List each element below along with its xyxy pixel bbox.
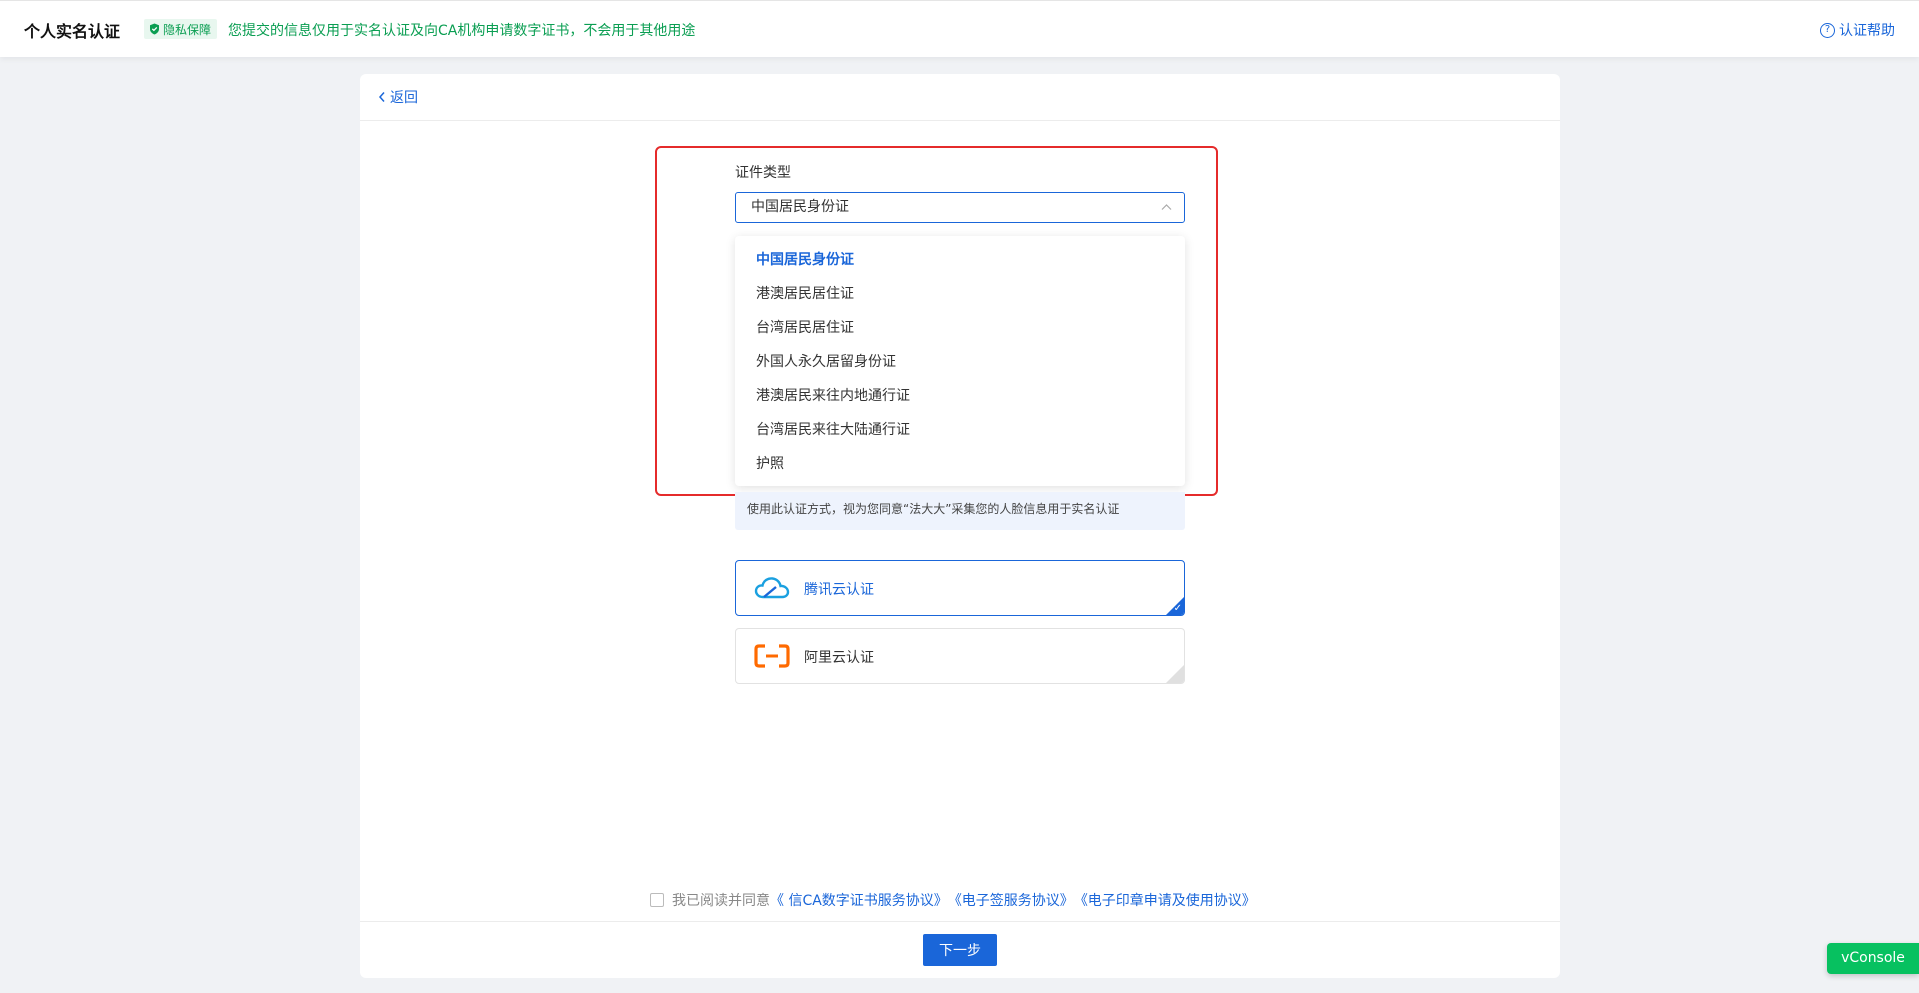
privacy-badge-label: 隐私保障 bbox=[163, 22, 212, 37]
vconsole-button[interactable]: vConsole bbox=[1827, 943, 1919, 974]
help-label: 认证帮助 bbox=[1839, 23, 1895, 39]
chevron-left-icon bbox=[378, 92, 385, 102]
id-type-dropdown: 中国居民身份证 港澳居民居住证 台湾居民居住证 外国人永久居留身份证 港澳居民来… bbox=[735, 236, 1185, 486]
aliyun-label: 阿里云认证 bbox=[804, 650, 874, 666]
next-step-button[interactable]: 下一步 bbox=[923, 934, 997, 966]
e-seal-agreement-link[interactable]: 《电子印章申请及使用协议》 bbox=[1074, 890, 1256, 910]
back-label: 返回 bbox=[390, 90, 418, 106]
unselected-corner bbox=[1166, 665, 1184, 683]
back-button[interactable]: 返回 bbox=[378, 87, 418, 107]
card-header: 返回 bbox=[360, 74, 1560, 121]
option-hk-macao-residence[interactable]: 港澳居民居住证 bbox=[735, 277, 1185, 311]
ca-certificate-agreement-link[interactable]: 《 信CA数字证书服务协议》 bbox=[770, 890, 948, 910]
shield-check-icon bbox=[150, 23, 159, 35]
id-type-selected-value: 中国居民身份证 bbox=[751, 199, 849, 215]
privacy-notice: 您提交的信息仅用于实名认证及向CA机构申请数字证书，不会用于其他用途 bbox=[228, 23, 696, 39]
agree-prefix: 我已阅读并同意 bbox=[672, 893, 770, 909]
option-taiwan-permit[interactable]: 台湾居民来往大陆通行证 bbox=[735, 413, 1185, 447]
tencent-cloud-label: 腾讯云认证 bbox=[804, 582, 874, 598]
footer-divider bbox=[360, 921, 1560, 922]
help-link[interactable]: ? 认证帮助 bbox=[1820, 20, 1895, 40]
agree-checkbox[interactable] bbox=[650, 893, 664, 907]
page-title: 个人实名认证 bbox=[24, 22, 121, 41]
option-hk-macao-permit[interactable]: 港澳居民来往内地通行证 bbox=[735, 379, 1185, 413]
question-icon: ? bbox=[1820, 22, 1835, 38]
agreement-row: 我已阅读并同意 《 信CA数字证书服务协议》 《电子签服务协议》 《电子印章申请… bbox=[650, 890, 1256, 910]
option-cn-id-card[interactable]: 中国居民身份证 bbox=[735, 243, 1185, 277]
face-consent-notice: 使用此认证方式，视为您同意“法大大”采集您的人脸信息用于实名认证 bbox=[735, 492, 1185, 530]
tencent-cloud-icon bbox=[754, 577, 790, 599]
option-foreign-permanent-residence[interactable]: 外国人永久居留身份证 bbox=[735, 345, 1185, 379]
checkmark-icon: ✓ bbox=[1173, 603, 1182, 614]
top-bar: 个人实名认证 隐私保障 您提交的信息仅用于实名认证及向CA机构申请数字证书，不会… bbox=[0, 0, 1919, 57]
aliyun-icon bbox=[754, 644, 790, 668]
tencent-cloud-option[interactable]: 腾讯云认证 ✓ bbox=[735, 560, 1185, 616]
e-sign-agreement-link[interactable]: 《电子签服务协议》 bbox=[948, 890, 1074, 910]
chevron-up-icon bbox=[1161, 193, 1172, 222]
id-type-select[interactable]: 中国居民身份证 bbox=[735, 192, 1185, 223]
aliyun-option[interactable]: 阿里云认证 bbox=[735, 628, 1185, 684]
option-taiwan-residence[interactable]: 台湾居民居住证 bbox=[735, 311, 1185, 345]
option-passport[interactable]: 护照 bbox=[735, 447, 1185, 481]
id-type-label: 证件类型 bbox=[735, 165, 791, 181]
privacy-badge: 隐私保障 bbox=[144, 19, 218, 39]
